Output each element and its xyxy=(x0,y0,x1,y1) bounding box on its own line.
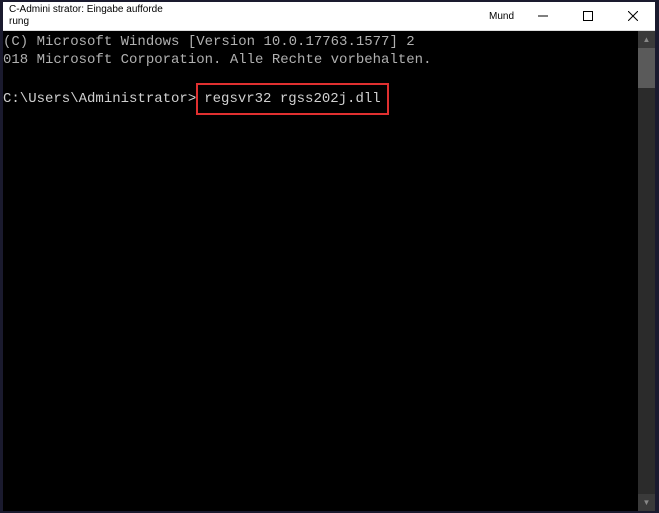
scroll-down-button[interactable]: ▼ xyxy=(638,494,655,511)
maximize-button[interactable] xyxy=(565,2,610,30)
window-controls xyxy=(520,2,655,30)
titlebar[interactable]: C-Admini strator: Eingabe aufforde rung … xyxy=(3,2,655,31)
prompt-line: C:\Users\Administrator>regsvr32 rgss202j… xyxy=(3,83,638,115)
prompt-prefix: C:\Users\Administrator> xyxy=(3,90,196,108)
tab-label: Mund xyxy=(489,11,514,22)
console-line: (C) Microsoft Windows [Version 10.0.1776… xyxy=(3,33,638,51)
chevron-up-icon: ▲ xyxy=(643,35,651,44)
chevron-down-icon: ▼ xyxy=(643,498,651,507)
console-output[interactable]: (C) Microsoft Windows [Version 10.0.1776… xyxy=(3,31,638,511)
close-button[interactable] xyxy=(610,2,655,30)
close-icon xyxy=(628,11,638,21)
maximize-icon xyxy=(583,11,593,21)
window-title: C-Admini strator: Eingabe aufforde rung xyxy=(3,2,183,30)
command-highlight: regsvr32 rgss202j.dll xyxy=(196,83,388,115)
scroll-up-button[interactable]: ▲ xyxy=(638,31,655,48)
minimize-button[interactable] xyxy=(520,2,565,30)
minimize-icon xyxy=(538,11,548,21)
command-prompt-window: C-Admini strator: Eingabe aufforde rung … xyxy=(3,2,655,511)
vertical-scrollbar[interactable]: ▲ ▼ xyxy=(638,31,655,511)
console-line: 018 Microsoft Corporation. Alle Rechte v… xyxy=(3,51,638,69)
console-area: (C) Microsoft Windows [Version 10.0.1776… xyxy=(3,31,655,511)
scroll-thumb[interactable] xyxy=(638,48,655,88)
